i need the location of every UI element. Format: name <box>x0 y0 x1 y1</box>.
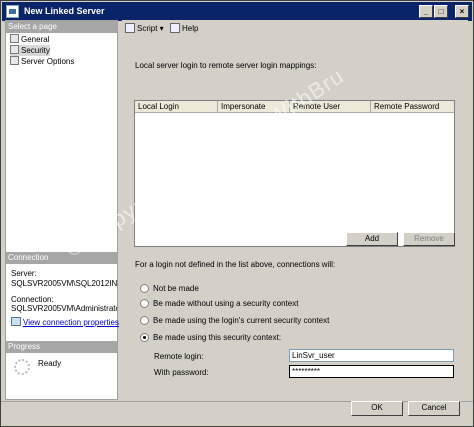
help-icon <box>170 23 180 33</box>
minimize-button[interactable]: _ <box>419 5 433 18</box>
add-button[interactable]: Add <box>346 232 398 246</box>
maximize-button[interactable]: □ <box>434 5 448 18</box>
server-value: SQLSVR2005VM\SQL2012INSTA <box>11 279 117 288</box>
dialog-window: New Linked Server _ □ × Select a page Ge… <box>0 0 474 427</box>
page-item-security[interactable]: Security <box>10 45 50 56</box>
view-connection-properties-link[interactable]: View connection properties <box>11 317 119 327</box>
option-label-current-security-context: Be made using the login's current securi… <box>153 316 330 325</box>
close-button[interactable]: × <box>455 5 469 18</box>
help-button[interactable]: Help <box>170 23 198 33</box>
remote-login-label: Remote login: <box>154 352 204 361</box>
connection-header: Connection <box>6 252 117 264</box>
remote-login-input[interactable]: LinSvr_user <box>289 349 454 362</box>
title-bar[interactable]: New Linked Server _ □ × <box>2 2 472 21</box>
login-mappings-grid[interactable]: Local Login Impersonate Remote User Remo… <box>134 100 455 247</box>
properties-icon <box>11 317 21 326</box>
radio-not-be-made[interactable] <box>140 284 149 293</box>
column-header-remote-user[interactable]: Remote User <box>290 101 371 113</box>
option-label-this-security-context: Be made using this security context: <box>153 333 282 342</box>
ok-button[interactable]: OK <box>351 401 403 416</box>
password-input[interactable]: ********* <box>289 365 454 378</box>
server-label: Server: <box>11 269 37 278</box>
column-header-impersonate[interactable]: Impersonate <box>218 101 290 113</box>
linked-server-icon <box>6 5 19 18</box>
page-icon <box>10 34 19 43</box>
select-page-header: Select a page <box>6 21 117 33</box>
progress-header: Progress <box>6 341 117 353</box>
script-button[interactable]: Script ▾ <box>125 23 164 33</box>
right-panel: Script ▾ Help Local server login to remo… <box>122 20 468 400</box>
page-icon <box>10 45 19 54</box>
script-icon <box>125 23 135 33</box>
column-header-local-login[interactable]: Local Login <box>135 101 218 113</box>
column-header-remote-password[interactable]: Remote Password <box>371 101 454 113</box>
radio-this-security-context[interactable] <box>140 333 149 342</box>
left-panel: Select a page General Security Server Op… <box>5 20 119 400</box>
page-item-general[interactable]: General <box>10 34 49 45</box>
radio-current-security-context[interactable] <box>140 316 149 325</box>
connection-value: SQLSVR2005VM\Administrator <box>11 304 117 313</box>
toolbar: Script ▾ Help <box>122 20 468 38</box>
password-label: With password: <box>154 368 209 377</box>
option-label-not-be-made: Not be made <box>153 284 199 293</box>
mappings-heading: Local server login to remote server logi… <box>135 61 317 70</box>
radio-without-security-context[interactable] <box>140 299 149 308</box>
progress-status: Ready <box>38 359 62 368</box>
cancel-button[interactable]: Cancel <box>408 401 460 416</box>
page-item-server-options[interactable]: Server Options <box>10 56 74 67</box>
remove-button[interactable]: Remove <box>403 232 455 246</box>
options-heading: For a login not defined in the list abov… <box>135 260 336 269</box>
page-icon <box>10 56 19 65</box>
connection-label: Connection: <box>11 295 54 304</box>
option-label-without-security-context: Be made without using a security context <box>153 299 299 308</box>
window-title: New Linked Server <box>24 6 105 16</box>
progress-spinner-icon <box>14 359 30 375</box>
